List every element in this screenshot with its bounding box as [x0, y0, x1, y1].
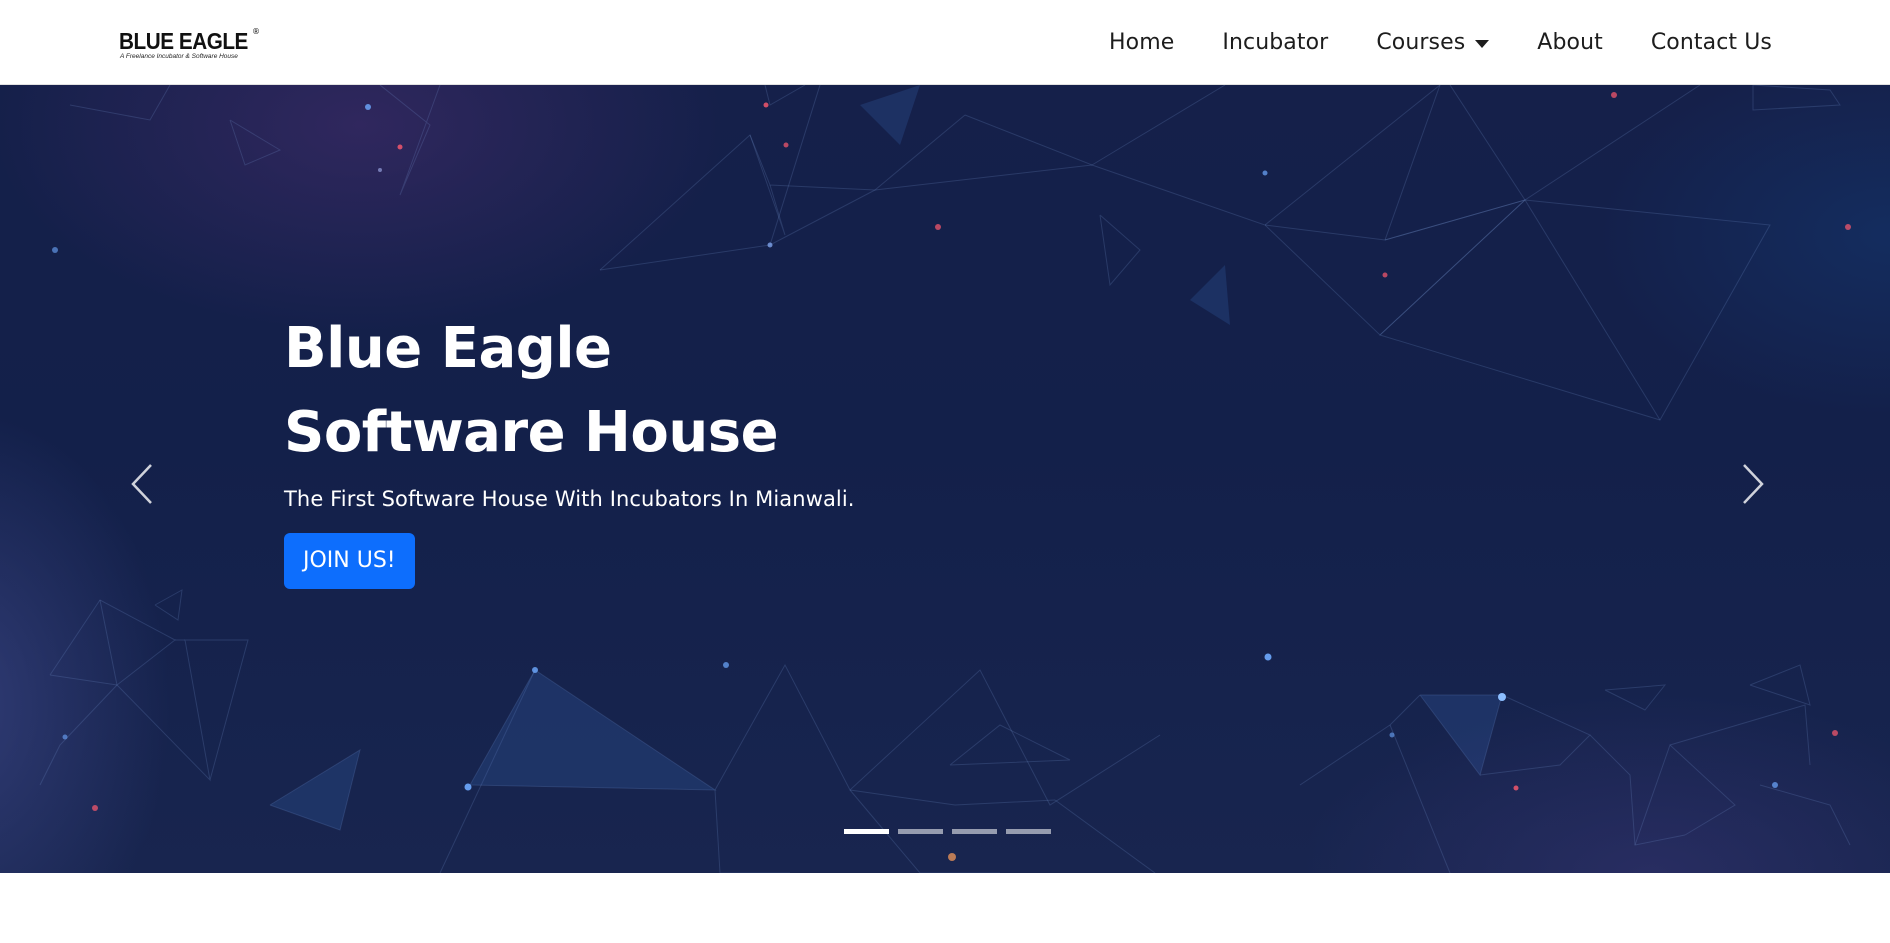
hero-carousel: Blue Eagle Software House The First Soft… — [0, 85, 1890, 873]
nav-link-contact[interactable]: Contact Us — [1651, 30, 1772, 55]
carousel-indicator-3[interactable] — [952, 829, 997, 834]
carousel-next-button[interactable] — [1733, 455, 1773, 513]
join-us-button[interactable]: JOIN US! — [284, 533, 415, 589]
chevron-right-icon — [1743, 464, 1764, 504]
nav-link-courses-label: Courses — [1376, 30, 1466, 55]
carousel-indicator-1[interactable] — [844, 829, 889, 834]
carousel-indicator-4[interactable] — [1006, 829, 1051, 834]
carousel-indicator-2[interactable] — [898, 829, 943, 834]
nav-menu: Home Incubator Courses About Contact Us — [1061, 0, 1772, 85]
nav-link-about[interactable]: About — [1537, 30, 1603, 55]
hero-title-line-1: Blue Eagle — [284, 316, 612, 381]
nav-link-courses[interactable]: Courses — [1376, 30, 1490, 55]
carousel-prev-button[interactable] — [122, 455, 162, 513]
caret-down-icon — [1475, 39, 1490, 48]
nav-link-incubator[interactable]: Incubator — [1222, 30, 1328, 55]
hero-caption: Blue Eagle Software House The First Soft… — [284, 307, 1184, 589]
brand-tagline: A Freelance Incubator & Software House — [120, 53, 238, 60]
hero-title-line-2: Software House — [284, 400, 779, 465]
carousel-indicators — [844, 829, 1060, 834]
hero-subtitle: The First Software House With Incubators… — [284, 487, 855, 511]
navbar: BLUE EAGLE ® A Freelance Incubator & Sof… — [0, 0, 1890, 85]
registered-mark: ® — [252, 27, 260, 36]
nav-link-home[interactable]: Home — [1109, 30, 1174, 55]
brand-logo[interactable]: BLUE EAGLE ® A Freelance Incubator & Sof… — [119, 27, 260, 63]
brand-name: BLUE EAGLE — [119, 28, 248, 54]
chevron-left-icon — [131, 464, 152, 504]
hero-title: Blue Eagle Software House — [284, 307, 1184, 475]
